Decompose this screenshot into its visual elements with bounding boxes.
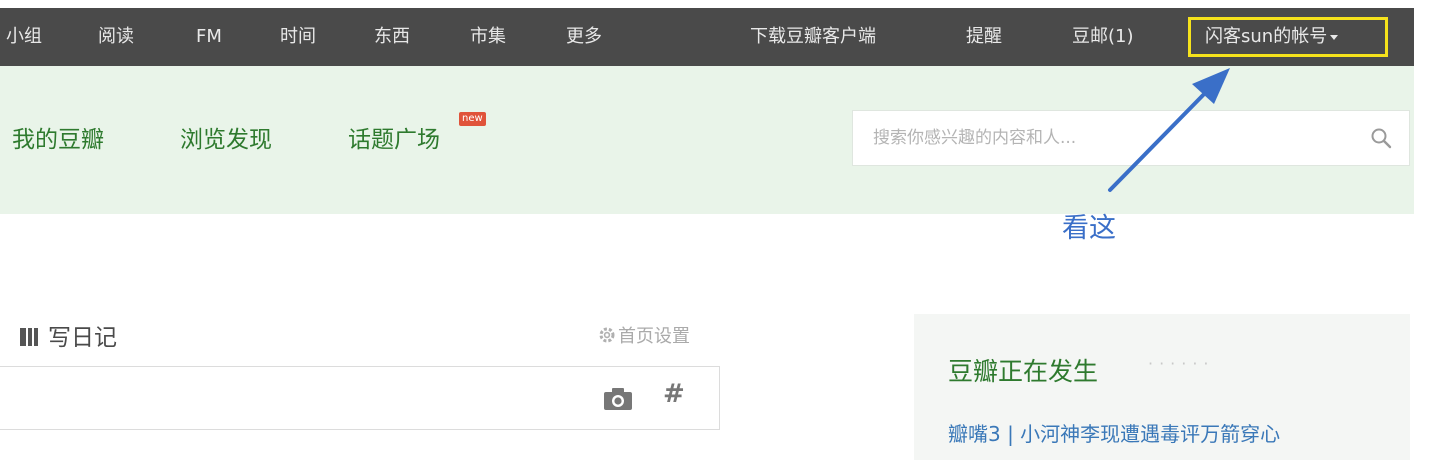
- search-box: [852, 110, 1410, 166]
- gear-icon: [599, 327, 615, 343]
- new-badge: new: [459, 112, 486, 126]
- nav-item-groups[interactable]: 小组: [6, 8, 42, 66]
- account-menu[interactable]: 闪客sun的帐号: [1191, 26, 1339, 47]
- download-client-link[interactable]: 下载豆瓣客户端: [750, 8, 876, 66]
- camera-icon[interactable]: [603, 387, 633, 411]
- subnav-topic-square[interactable]: 话题广场: [348, 120, 440, 154]
- account-highlight-box: 闪客sun的帐号: [1188, 17, 1388, 57]
- douban-mail-link[interactable]: 豆邮(1): [1072, 8, 1134, 66]
- top-nav-bar: 小组 阅读 FM 时间 东西 市集 更多 下载豆瓣客户端 提醒 豆邮(1) 闪客…: [0, 8, 1414, 66]
- account-label: 闪客sun的帐号: [1205, 26, 1328, 47]
- subnav-browse-discover[interactable]: 浏览发现: [180, 120, 272, 154]
- home-settings-link[interactable]: 首页设置: [598, 322, 690, 348]
- reminders-link[interactable]: 提醒: [966, 8, 1002, 66]
- book-icon: [20, 328, 38, 346]
- title-dots-divider: ······: [1148, 354, 1215, 373]
- write-diary-label: 写日记: [48, 325, 117, 351]
- annotation-label: 看这: [1062, 213, 1116, 244]
- nav-item-read[interactable]: 阅读: [98, 8, 134, 66]
- search-input[interactable]: [853, 111, 1353, 165]
- happening-now-link[interactable]: 瓣嘴3 | 小河神李现遭遇毒评万箭穿心: [948, 418, 1280, 447]
- happening-now-panel: 豆瓣正在发生 ······ 瓣嘴3 | 小河神李现遭遇毒评万箭穿心: [914, 314, 1410, 460]
- sub-header: 我的豆瓣 浏览发现 话题广场: [0, 66, 1414, 214]
- home-settings-label: 首页设置: [618, 326, 690, 347]
- nav-item-market[interactable]: 市集: [470, 8, 506, 66]
- chevron-down-icon: [1330, 34, 1339, 40]
- nav-item-more[interactable]: 更多: [566, 8, 602, 66]
- search-icon[interactable]: [1369, 126, 1393, 150]
- write-diary-button[interactable]: 写日记: [18, 318, 117, 352]
- happening-now-title: 豆瓣正在发生: [948, 357, 1099, 386]
- nav-item-time[interactable]: 时间: [280, 8, 316, 66]
- nav-item-fm[interactable]: FM: [196, 8, 222, 66]
- subnav-my-douban[interactable]: 我的豆瓣: [12, 120, 104, 154]
- nav-item-things[interactable]: 东西: [374, 8, 410, 66]
- status-composer[interactable]: #: [0, 366, 720, 430]
- hashtag-icon[interactable]: #: [663, 379, 685, 409]
